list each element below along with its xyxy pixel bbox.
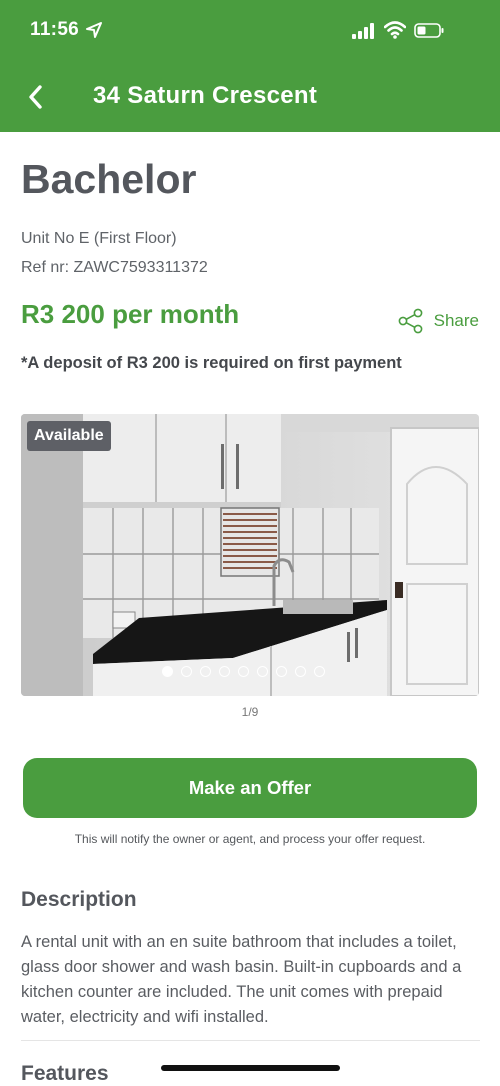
share-button[interactable]: Share: [398, 308, 479, 334]
photo-counter: 1/9: [241, 705, 259, 719]
description-text: A rental unit with an en suite bathroom …: [21, 933, 462, 1026]
back-chevron-icon[interactable]: [24, 82, 48, 112]
app-header: 11:56 34 Saturn Crescent: [0, 0, 500, 132]
battery-icon: [414, 23, 444, 38]
carousel-dot[interactable]: [276, 666, 287, 677]
price: R3 200 per month: [21, 299, 240, 329]
carousel-dot[interactable]: [238, 666, 249, 677]
unit-number: Unit No E (First Floor): [21, 230, 177, 247]
carousel-pagination: [162, 666, 325, 677]
carousel-dot[interactable]: [257, 666, 268, 677]
share-icon: [398, 308, 423, 334]
carousel-dot[interactable]: [200, 666, 211, 677]
carousel-dot[interactable]: [314, 666, 325, 677]
page-title: 34 Saturn Crescent: [93, 82, 318, 109]
unit-type-heading: Bachelor: [21, 156, 197, 202]
status-time: 11:56: [30, 19, 80, 40]
kitchen-photo: [21, 414, 479, 696]
make-offer-button[interactable]: Make an Offer: [23, 758, 477, 818]
offer-note: This will notify the owner or agent, and…: [74, 832, 426, 846]
share-label: Share: [433, 311, 479, 330]
carousel-dot[interactable]: [181, 666, 192, 677]
carousel-dot[interactable]: [219, 666, 230, 677]
deposit-note: *A deposit of R3 200 is required on firs…: [21, 354, 402, 372]
location-arrow-icon: [86, 22, 102, 38]
cellular-signal-icon: [352, 23, 374, 39]
section-divider: [21, 1040, 480, 1041]
carousel-dot[interactable]: [162, 666, 173, 677]
wifi-icon: [384, 21, 406, 39]
home-indicator[interactable]: [161, 1065, 340, 1071]
carousel-dot[interactable]: [295, 666, 306, 677]
features-heading: Features: [21, 1062, 109, 1085]
listing-photo-carousel[interactable]: Available: [21, 414, 479, 696]
reference-number: Ref nr: ZAWC7593311372: [21, 259, 208, 276]
availability-badge: Available: [27, 421, 111, 451]
description-heading: Description: [21, 888, 137, 911]
